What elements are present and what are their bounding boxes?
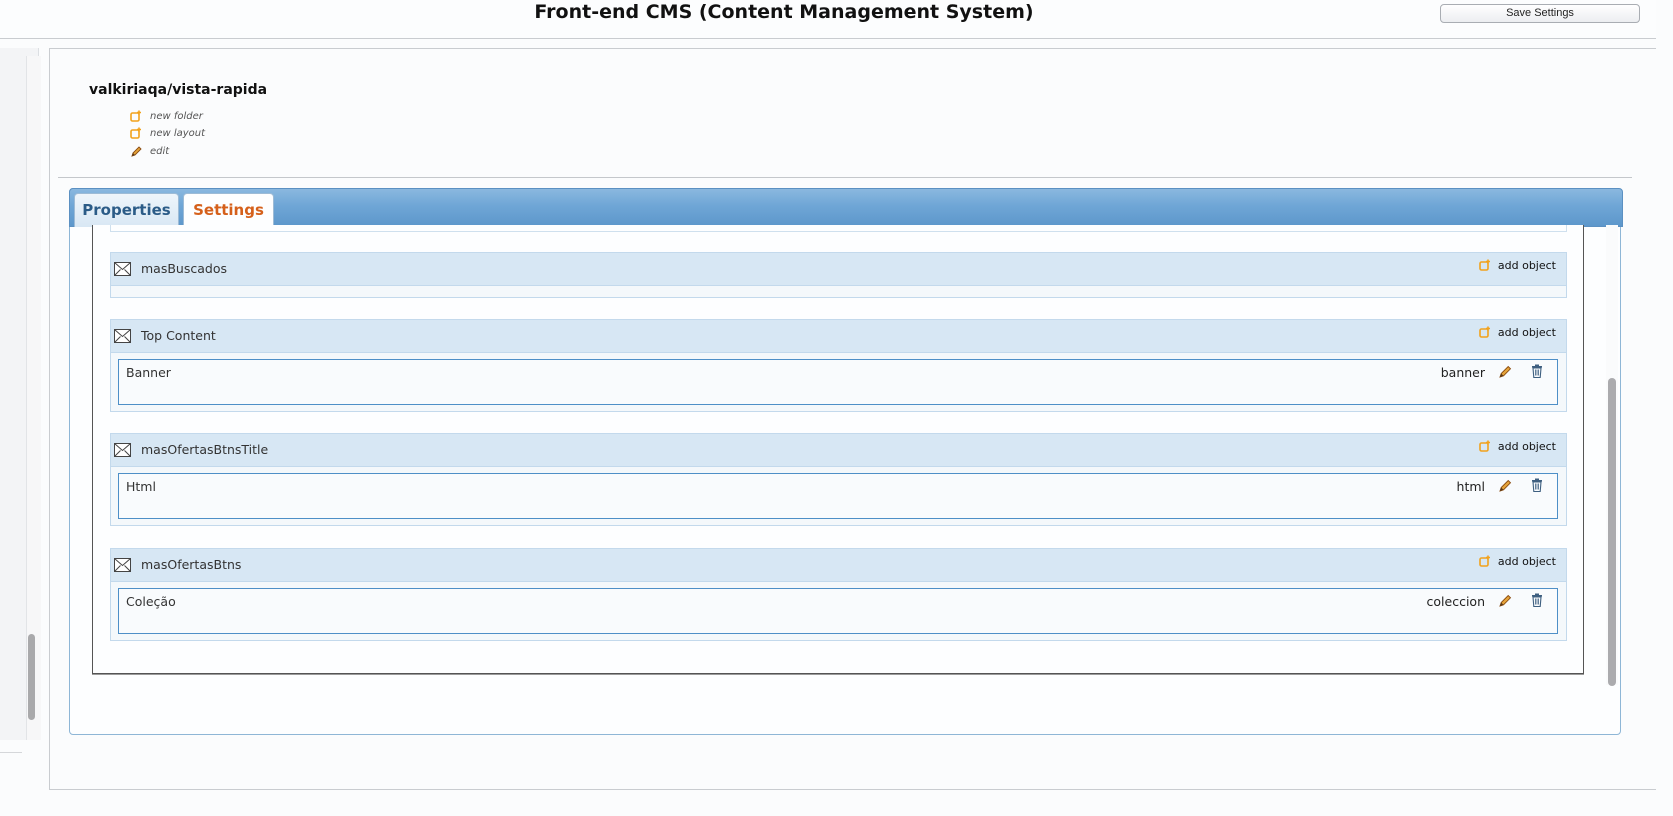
section-masofertasbtns: masOfertasBtns add object Coleção colecc… — [110, 548, 1567, 641]
add-object-icon — [1479, 555, 1492, 568]
trash-icon[interactable] — [1531, 478, 1543, 492]
folder-path-title: valkiriaqa/vista-rapida — [89, 82, 268, 98]
section-title: Top Content — [141, 328, 216, 343]
section-title: masOfertasBtns — [141, 557, 242, 572]
divider — [58, 177, 1632, 178]
section-header: masOfertasBtnsTitle add object — [111, 434, 1566, 467]
pencil-icon[interactable] — [1498, 478, 1513, 493]
section-title: masBuscados — [141, 261, 227, 276]
add-object-button[interactable]: add object — [1479, 440, 1556, 453]
new-folder-link[interactable]: new folder — [130, 108, 203, 124]
pencil-icon — [130, 145, 143, 158]
new-layout-link[interactable]: new layout — [130, 125, 205, 141]
edit-label: edit — [150, 145, 170, 157]
content-scrollbar-thumb[interactable] — [1608, 378, 1616, 686]
add-object-button[interactable]: add object — [1479, 259, 1556, 272]
section-masbuscados: masBuscados add object — [110, 252, 1567, 298]
collapse-envelope-icon[interactable] — [114, 558, 131, 572]
object-item[interactable]: Html html — [118, 473, 1558, 519]
collapse-envelope-icon[interactable] — [114, 443, 131, 457]
save-settings-button[interactable]: Save Settings — [1440, 4, 1640, 23]
section-partial — [110, 225, 1567, 232]
tab-strip — [69, 188, 1623, 227]
object-type: html — [1456, 479, 1485, 494]
pencil-icon[interactable] — [1498, 364, 1513, 379]
section-title: masOfertasBtnsTitle — [141, 442, 269, 457]
pencil-icon[interactable] — [1498, 593, 1513, 608]
trash-icon[interactable] — [1531, 593, 1543, 607]
tab-properties[interactable]: Properties — [74, 193, 179, 227]
add-object-icon — [1479, 326, 1492, 339]
section-masofertasbtnstitle: masOfertasBtnsTitle add object Html html — [110, 433, 1567, 526]
new-layout-label: new layout — [150, 127, 206, 139]
object-type: coleccion — [1426, 594, 1485, 609]
object-item[interactable]: Coleção coleccion — [118, 588, 1558, 634]
collapse-envelope-icon[interactable] — [114, 329, 131, 343]
add-object-label: add object — [1497, 259, 1556, 272]
add-object-icon — [1479, 259, 1492, 272]
object-name: Coleção — [126, 594, 176, 609]
add-object-label: add object — [1497, 440, 1556, 453]
section-header: Top Content add object — [111, 320, 1566, 353]
object-name: Html — [126, 479, 156, 494]
page-title: Front-end CMS (Content Management System… — [534, 1, 1034, 23]
add-layout-icon — [130, 127, 143, 140]
trash-icon[interactable] — [1531, 364, 1543, 378]
add-folder-icon — [130, 110, 143, 123]
object-name: Banner — [126, 365, 171, 380]
edit-link[interactable]: edit — [130, 143, 169, 159]
add-object-label: add object — [1497, 555, 1556, 568]
sidebar-scrollbar-thumb[interactable] — [28, 634, 35, 720]
collapse-envelope-icon[interactable] — [114, 262, 131, 276]
add-object-button[interactable]: add object — [1479, 555, 1556, 568]
tab-settings[interactable]: Settings — [183, 193, 274, 228]
add-object-label: add object — [1497, 326, 1556, 339]
divider — [0, 752, 22, 753]
new-folder-label: new folder — [150, 110, 203, 122]
add-object-icon — [1479, 440, 1492, 453]
object-type: banner — [1440, 365, 1485, 380]
section-top-content: Top Content add object Banner banner — [110, 319, 1567, 412]
section-header: masOfertasBtns add object — [111, 549, 1566, 582]
add-object-button[interactable]: add object — [1479, 326, 1556, 339]
object-item[interactable]: Banner banner — [118, 359, 1558, 405]
section-header: masBuscados add object — [111, 253, 1566, 286]
